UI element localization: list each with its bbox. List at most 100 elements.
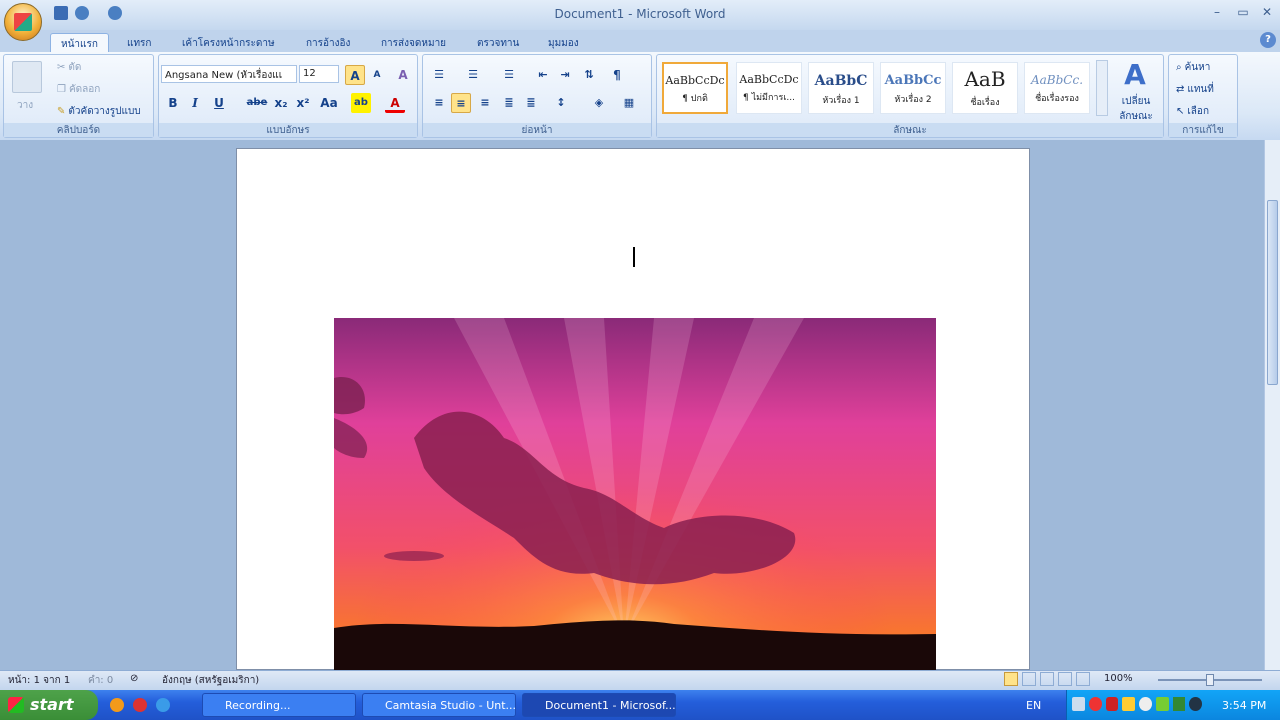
style-name: หัวเรื่อง 2 (894, 95, 932, 105)
distributed-icon[interactable]: ≣ (521, 93, 541, 113)
app-icon[interactable] (1172, 697, 1186, 711)
windows-logo-icon (8, 697, 24, 713)
change-styles-label[interactable]: เปลี่ยน ลักษณะ (1112, 94, 1160, 124)
line-spacing-icon[interactable]: ↕ (551, 93, 571, 113)
tab-view[interactable]: มุมมอง (538, 33, 589, 52)
shield-icon[interactable] (1105, 697, 1119, 711)
word-count[interactable]: คำ: 0 (88, 673, 113, 688)
grow-font-button[interactable]: A (345, 65, 365, 85)
style-name: ชื่อเรื่องรอง (1035, 94, 1079, 104)
editing-group: ⌕ ค้นหา ⇄ แทนที่ ↖ เลือก การแก้ไข (1168, 54, 1238, 138)
outline-icon[interactable] (1058, 672, 1072, 686)
multilevel-list-icon[interactable]: ☰ (499, 65, 519, 85)
text-cursor (633, 247, 635, 267)
binoculars-icon: ⌕ (1176, 61, 1182, 73)
minimize-button[interactable]: – (1206, 5, 1228, 21)
language-indicator[interactable]: EN (1026, 699, 1041, 712)
styles-scroll[interactable] (1096, 60, 1108, 116)
font-size-combo[interactable]: 12 (299, 65, 339, 83)
decrease-indent-icon[interactable]: ⇤ (533, 65, 553, 85)
subscript-button[interactable]: x₂ (271, 93, 291, 113)
justify-icon[interactable]: ≣ (499, 93, 519, 113)
shrink-font-button[interactable]: A (367, 65, 387, 85)
highlight-button[interactable]: ab (351, 93, 371, 113)
power-icon[interactable] (1189, 697, 1202, 711)
tab-insert[interactable]: แทรก (117, 33, 161, 52)
find-button[interactable]: ⌕ ค้นหา (1173, 57, 1213, 77)
network-icon[interactable] (1072, 697, 1085, 711)
increase-indent-icon[interactable]: ⇥ (555, 65, 575, 85)
volume-icon[interactable] (1139, 697, 1152, 711)
spelling-icon[interactable]: ⊘ (130, 673, 138, 684)
web-layout-icon[interactable] (1040, 672, 1054, 686)
replace-button[interactable]: ⇄ แทนที่ (1173, 79, 1217, 99)
font-color-button[interactable]: A (385, 93, 405, 113)
cut-button[interactable]: ✂ ตัด (54, 57, 84, 77)
full-screen-icon[interactable] (1022, 672, 1036, 686)
zoom-level[interactable]: 100% (1104, 673, 1133, 684)
task-recording[interactable]: Recording... (202, 693, 356, 717)
change-styles-icon[interactable]: A (1120, 58, 1150, 91)
shading-icon[interactable]: ◈ (589, 93, 609, 113)
sort-icon[interactable]: ⇅ (579, 65, 599, 85)
font-name-combo[interactable]: Angsana New (หัวเรื่องแเ (161, 65, 297, 83)
print-layout-icon[interactable] (1004, 672, 1018, 686)
ie-icon[interactable] (156, 698, 170, 712)
paste-icon[interactable] (12, 61, 42, 93)
tab-review[interactable]: ตรวจทาน (467, 33, 529, 52)
change-case-button[interactable]: Aa (317, 93, 341, 113)
scroll-thumb[interactable] (1267, 200, 1278, 385)
page-count[interactable]: หน้า: 1 จาก 1 (8, 673, 70, 688)
italic-button[interactable]: I (185, 93, 205, 113)
task-camtasia[interactable]: Camtasia Studio - Unt... (362, 693, 516, 717)
tab-page-layout[interactable]: เค้าโครงหน้ากระดาษ (172, 33, 285, 52)
chrome-icon[interactable] (133, 698, 147, 712)
style-heading-2[interactable]: AaBbCc หัวเรื่อง 2 (880, 62, 946, 114)
style-title[interactable]: AaB ชื่อเรื่อง (952, 62, 1018, 114)
office-logo-icon (14, 13, 32, 31)
align-right-icon[interactable]: ≡ (475, 93, 495, 113)
bullets-icon[interactable]: ☰ (429, 65, 449, 85)
security-icon[interactable] (1122, 697, 1135, 711)
bold-button[interactable]: B (163, 93, 183, 113)
tab-home[interactable]: หน้าแรก (50, 33, 109, 52)
update-icon[interactable] (1155, 697, 1169, 711)
antivirus-icon[interactable] (1088, 697, 1102, 711)
style-normal[interactable]: AaBbCcDc ¶ ปกติ (662, 62, 728, 114)
language-status[interactable]: อังกฤษ (สหรัฐอเมริกา) (162, 673, 259, 688)
sunset-image[interactable] (334, 318, 936, 670)
draft-icon[interactable] (1076, 672, 1090, 686)
scissors-icon: ✂ (57, 61, 66, 73)
replace-label: แทนที่ (1187, 83, 1214, 95)
tab-references[interactable]: การอ้างอิง (296, 33, 360, 52)
maximize-button[interactable]: ▭ (1232, 5, 1254, 21)
align-center-icon[interactable]: ≡ (451, 93, 471, 113)
paste-button[interactable]: วาง (14, 95, 36, 115)
underline-button[interactable]: U (209, 93, 229, 113)
align-left-icon[interactable]: ≡ (429, 93, 449, 113)
tab-mailings[interactable]: การส่งจดหมาย (371, 33, 456, 52)
superscript-button[interactable]: x² (293, 93, 313, 113)
vertical-scrollbar[interactable] (1264, 140, 1280, 670)
format-painter-button[interactable]: ✎ ตัวคัดวางรูปแบบ (54, 101, 144, 121)
style-no-spacing[interactable]: AaBbCcDc ¶ ไม่มีการเ... (736, 62, 802, 114)
numbering-icon[interactable]: ☰ (463, 65, 483, 85)
zoom-slider[interactable] (1144, 673, 1274, 687)
copy-button[interactable]: ❐ คัดลอก (54, 79, 103, 99)
strikethrough-button[interactable]: abe (245, 93, 269, 113)
style-sample: AaBbCcDc (665, 74, 725, 87)
style-subtitle[interactable]: AaBbCc. ชื่อเรื่องรอง (1024, 62, 1090, 114)
close-button[interactable]: ✕ (1256, 5, 1278, 21)
clock[interactable]: 3:54 PM (1222, 699, 1266, 712)
borders-icon[interactable]: ▦ (619, 93, 639, 113)
select-button[interactable]: ↖ เลือก (1173, 101, 1212, 121)
task-word[interactable]: Document1 - Microsof... (522, 693, 676, 717)
zoom-thumb[interactable] (1206, 674, 1214, 686)
show-marks-button[interactable]: ¶ (607, 65, 627, 85)
firefox-icon[interactable] (110, 698, 124, 712)
office-button[interactable] (4, 3, 42, 41)
help-icon[interactable]: ? (1260, 32, 1276, 48)
sunset-photo (334, 318, 936, 670)
style-heading-1[interactable]: AaBbC หัวเรื่อง 1 (808, 62, 874, 114)
clear-formatting-button[interactable]: A (393, 65, 413, 85)
